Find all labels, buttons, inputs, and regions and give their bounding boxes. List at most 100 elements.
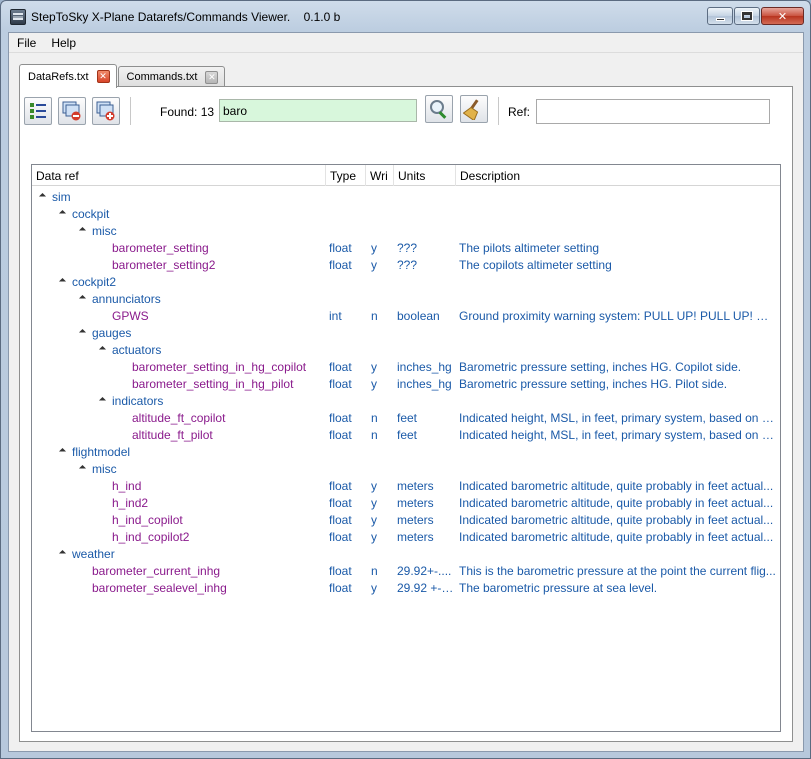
- tab-commands[interactable]: Commands.txt ✕: [117, 66, 226, 87]
- dataref-name: barometer_setting_in_hg_pilot: [132, 377, 294, 391]
- tree-folder-row[interactable]: flightmodel: [32, 443, 780, 460]
- dataref-writable: y: [371, 513, 377, 527]
- tab-close-icon[interactable]: ✕: [205, 70, 219, 84]
- column-header-description[interactable]: Description: [456, 165, 780, 186]
- dataref-name: annunciators: [92, 292, 161, 306]
- expand-arrow-icon[interactable]: [58, 549, 67, 558]
- column-header-type[interactable]: Type: [326, 165, 366, 186]
- dataref-name: altitude_ft_pilot: [132, 428, 213, 442]
- tree-header: Data ref Type Wri Units Description: [32, 165, 780, 186]
- expand-arrow-icon[interactable]: [58, 447, 67, 456]
- tree-row[interactable]: h_ind_copilot float y meters Indicated barom…: [32, 511, 780, 528]
- tree-folder-row[interactable]: misc: [32, 460, 780, 477]
- title-bar[interactable]: StepToSky X-Plane Datarefs/Commands View…: [1, 1, 810, 32]
- dataref-writable: n: [371, 411, 378, 425]
- list-icon: [30, 103, 46, 119]
- tree-row[interactable]: barometer_setting2 float y??? The copilots …: [32, 256, 780, 273]
- tree-folder-row[interactable]: annunciators: [32, 290, 780, 307]
- dataref-units: meters: [397, 479, 434, 493]
- dataref-writable: y: [371, 258, 377, 272]
- dataref-name: barometer_current_inhg: [92, 564, 221, 578]
- tree-folder-row[interactable]: weather: [32, 545, 780, 562]
- dataref-name: h_ind2: [112, 496, 149, 510]
- expand-arrow-icon[interactable]: [98, 396, 107, 405]
- minimize-button[interactable]: [707, 7, 733, 25]
- dataref-name: barometer_setting2: [112, 258, 216, 272]
- dataref-name: h_ind_copilot2: [112, 530, 190, 544]
- tree-row[interactable]: altitude_ft_pilot float n feet Indicated hei…: [32, 426, 780, 443]
- dataref-type: float: [329, 258, 352, 272]
- dataref-name: indicators: [112, 394, 164, 408]
- tree-folder-row[interactable]: cockpit2: [32, 273, 780, 290]
- tab-label: Commands.txt: [126, 71, 198, 83]
- dataref-description: Indicated height, MSL, in feet, primary …: [459, 411, 777, 425]
- expand-arrow-icon[interactable]: [38, 192, 47, 201]
- dataref-description: The pilots altimeter setting: [459, 241, 600, 255]
- column-header-dataref[interactable]: Data ref: [32, 165, 326, 186]
- caption-buttons: ✕: [707, 7, 804, 25]
- tab-close-icon[interactable]: ✕: [96, 70, 110, 83]
- tree-folder-row[interactable]: indicators: [32, 392, 780, 409]
- tree-folder-row[interactable]: gauges: [32, 324, 780, 341]
- close-icon: ✕: [777, 10, 788, 23]
- expand-arrow-icon[interactable]: [98, 345, 107, 354]
- dataref-units: 29.92+-....: [397, 564, 452, 578]
- dataref-units: meters: [397, 513, 434, 527]
- close-button[interactable]: ✕: [761, 7, 804, 25]
- ref-input[interactable]: [536, 99, 770, 124]
- tab-label: DataRefs.txt: [28, 70, 89, 83]
- tab-datarefs[interactable]: DataRefs.txt ✕: [19, 64, 117, 88]
- dataref-type: float: [329, 564, 352, 578]
- dataref-writable: y: [371, 581, 377, 595]
- app-icon[interactable]: [10, 9, 26, 25]
- search-input[interactable]: [219, 99, 417, 122]
- expand-all-button[interactable]: [24, 97, 52, 125]
- dataref-units: feet: [397, 428, 418, 442]
- column-header-units[interactable]: Units: [394, 165, 456, 186]
- column-header-writable[interactable]: Wri: [366, 165, 394, 186]
- tree-row[interactable]: barometer_setting float y??? The pilots alt…: [32, 239, 780, 256]
- menu-file[interactable]: File: [9, 36, 43, 50]
- tree-row[interactable]: barometer_sealevel_inhg float y 29.92 +- ..…: [32, 579, 780, 596]
- tree-row[interactable]: h_ind_copilot2 float y meters Indicated baro…: [32, 528, 780, 545]
- collapse-button[interactable]: [58, 97, 86, 125]
- clear-button[interactable]: [460, 95, 488, 123]
- dataref-type: float: [329, 360, 352, 374]
- maximize-button[interactable]: [734, 7, 760, 25]
- expand-arrow-icon[interactable]: [78, 328, 87, 337]
- tree-row[interactable]: altitude_ft_copilot float n feet Indicated h…: [32, 409, 780, 426]
- dataref-name: flightmodel: [72, 445, 131, 459]
- expand-button[interactable]: [92, 97, 120, 125]
- dataref-description: Barometric pressure setting, inches HG. …: [459, 377, 728, 391]
- toolbar: Found: 13 Ref:: [20, 87, 792, 127]
- tree-folder-row[interactable]: misc: [32, 222, 780, 239]
- tree-row[interactable]: barometer_current_inhg float n 29.92+-.... T…: [32, 562, 780, 579]
- dataref-name: h_ind: [112, 479, 142, 493]
- dataref-writable: n: [371, 564, 378, 578]
- tree-folder-row[interactable]: sim: [32, 188, 780, 205]
- dataref-name: altitude_ft_copilot: [132, 411, 226, 425]
- search-button[interactable]: [425, 95, 453, 123]
- expand-arrow-icon[interactable]: [78, 464, 87, 473]
- dataref-description: Ground proximity warning system: PULL UP…: [459, 309, 777, 323]
- dataref-units: meters: [397, 530, 434, 544]
- dataref-type: float: [329, 530, 352, 544]
- dataref-tree[interactable]: Data ref Type Wri Units Description sim c…: [31, 164, 781, 732]
- tree-row[interactable]: barometer_setting_in_hg_pilot float y inche…: [32, 375, 780, 392]
- expand-arrow-icon[interactable]: [58, 209, 67, 218]
- dataref-name: barometer_setting_in_hg_copilot: [132, 360, 307, 374]
- menu-help[interactable]: Help: [43, 36, 83, 50]
- tree-folder-row[interactable]: cockpit: [32, 205, 780, 222]
- tree-row[interactable]: GPWS int n boolean Ground proximity warning …: [32, 307, 780, 324]
- expand-arrow-icon[interactable]: [78, 294, 87, 303]
- expand-arrow-icon[interactable]: [58, 277, 67, 286]
- tree-row[interactable]: h_ind float y meters Indicated barometric al…: [32, 477, 780, 494]
- dataref-description: Indicated barometric altitude, quite pro…: [459, 513, 774, 527]
- expand-arrow-icon[interactable]: [78, 226, 87, 235]
- dataref-description: The copilots altimeter setting: [459, 258, 612, 272]
- tree-row[interactable]: h_ind2 float y meters Indicated barometric a…: [32, 494, 780, 511]
- found-count: Found: 13: [160, 105, 215, 119]
- dataref-type: float: [329, 428, 352, 442]
- tree-folder-row[interactable]: actuators: [32, 341, 780, 358]
- tree-row[interactable]: barometer_setting_in_hg_copilot float y inc…: [32, 358, 780, 375]
